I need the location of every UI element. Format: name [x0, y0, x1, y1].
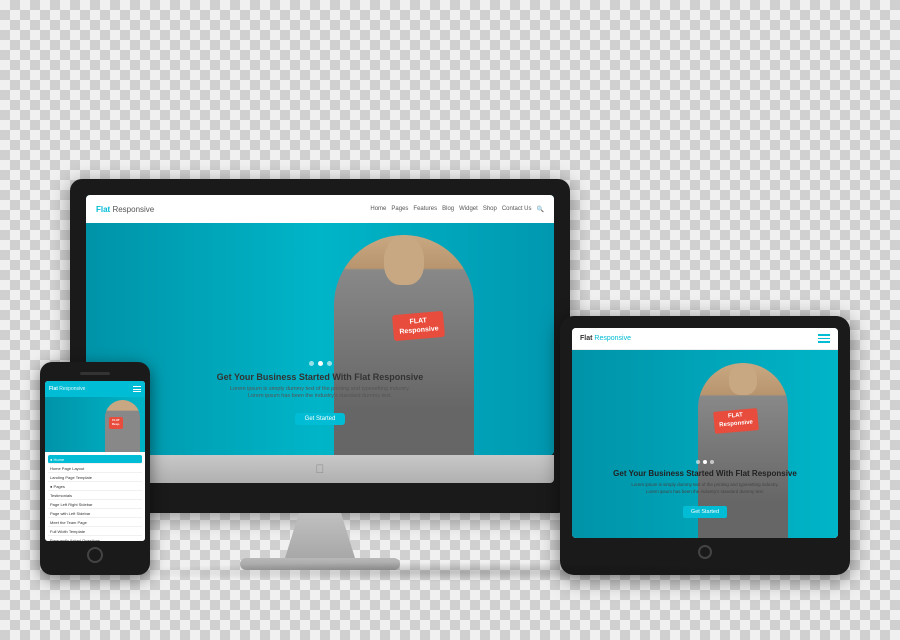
iphone-menu-home-layout[interactable]: Home Page Layout [48, 464, 142, 473]
iphone-menu-landing[interactable]: Landing Page Template [48, 473, 142, 482]
ipad-hamburger-icon [818, 334, 830, 343]
hero-subtitle: Lorem ipsum is simply dummy text of the … [86, 386, 554, 401]
iphone-menu-testimonials[interactable]: Testimonials [48, 491, 142, 500]
iphone-sidebar: ● Home Home Page Layout Landing Page Tem… [45, 452, 145, 541]
dot-2 [318, 361, 323, 366]
iphone-device: Flat Responsive FLATResp. ● Home Home Pa… [40, 362, 150, 575]
imac-screen: Flat Responsive Home Pages Features Blog… [86, 195, 554, 455]
iphone-badge: FLATResp. [109, 417, 123, 429]
ipad-body: Flat Responsive FLATResponsive [560, 316, 850, 575]
hero-badge: FLAT Responsive [392, 311, 445, 342]
hero-cta-button[interactable]: Get Started [295, 413, 346, 425]
ipad-dot-2 [703, 460, 707, 464]
imac-hero: FLAT Responsive Get Your Business Starte… [86, 223, 554, 455]
ipad-brand: Flat Responsive [580, 335, 631, 342]
brand-light: Responsive [110, 205, 154, 214]
ipad-content: Get Your Business Started With Flat Resp… [572, 460, 838, 518]
imac-chin:  [86, 455, 554, 483]
iphone-brand: Flat Responsive [49, 386, 85, 392]
iphone-screen: Flat Responsive FLATResp. ● Home Home Pa… [45, 381, 145, 541]
imac-website-nav: Flat Responsive Home Pages Features Blog… [86, 195, 554, 223]
ipad-device: Flat Responsive FLATResponsive [560, 316, 850, 575]
ipad-badge: FLATResponsive [713, 408, 758, 433]
iphone-menu-home[interactable]: ● Home [48, 455, 142, 464]
hero-dots [86, 361, 554, 366]
ipad-title: Get Your Business Started With Flat Resp… [572, 469, 838, 478]
device-shadow [106, 562, 794, 582]
ipad-screen: Flat Responsive FLATResponsive [572, 328, 838, 538]
ipad-cta-button[interactable]: Get Started [683, 506, 727, 518]
ipad-subtitle: Lorem ipsum is simply dummy text of the … [572, 482, 838, 495]
brand-bold: Flat [96, 205, 110, 214]
apple-logo-icon:  [313, 462, 327, 476]
iphone-menu-left-right[interactable]: Page Left Right Sidebar [48, 500, 142, 509]
dot-3 [327, 361, 332, 366]
iphone-home-button[interactable] [87, 547, 103, 563]
iphone-body: Flat Responsive FLATResp. ● Home Home Pa… [40, 362, 150, 575]
ipad-dot-1 [696, 460, 700, 464]
iphone-menu-left-sidebar[interactable]: Page with Left Sidebar [48, 509, 142, 518]
dot-1 [309, 361, 314, 366]
imac-nav-links: Home Pages Features Blog Widget Shop Con… [370, 206, 544, 213]
ipad-dots [572, 460, 838, 464]
ipad-home-button[interactable] [698, 545, 712, 559]
iphone-hamburger-icon [133, 386, 141, 392]
iphone-nav: Flat Responsive [45, 381, 145, 397]
iphone-menu-team[interactable]: Meet the Team Page [48, 518, 142, 527]
imac-brand: Flat Responsive [96, 205, 154, 214]
ipad-dot-3 [710, 460, 714, 464]
scene: Flat Responsive Home Pages Features Blog… [20, 10, 880, 630]
iphone-menu-pages[interactable]: ● Pages [48, 482, 142, 491]
iphone-hero: FLATResp. [45, 397, 145, 452]
hero-title: Get Your Business Started With Flat Resp… [86, 372, 554, 382]
iphone-menu-full-width[interactable]: Full Width Template [48, 527, 142, 536]
iphone-speaker [80, 372, 110, 375]
ipad-hero: FLATResponsive Get Your Business Started… [572, 350, 838, 538]
ipad-nav: Flat Responsive [572, 328, 838, 350]
hero-content: Get Your Business Started With Flat Resp… [86, 361, 554, 425]
imac-stand [285, 513, 355, 558]
iphone-menu-faq[interactable]: Frequently Asked Questions [48, 536, 142, 541]
